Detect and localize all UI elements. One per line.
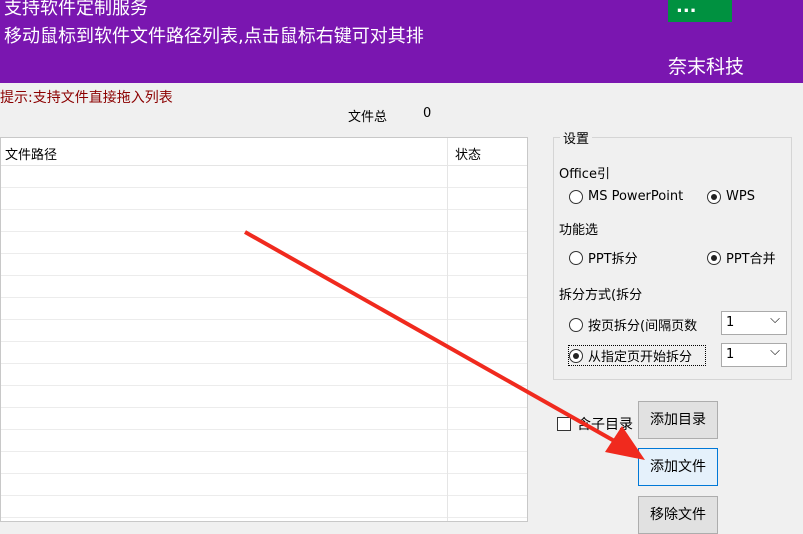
table-row[interactable]: [1, 430, 527, 452]
radio-ppt-merge[interactable]: PPT合并: [707, 248, 777, 267]
radio-icon: [569, 189, 583, 204]
table-row[interactable]: [1, 496, 527, 518]
split-start-select[interactable]: 1: [721, 343, 787, 367]
table-row[interactable]: [1, 320, 527, 342]
file-total-value: 0: [423, 106, 432, 121]
function-label: 功能选: [559, 223, 599, 238]
radio-split-by-page[interactable]: 按页拆分(间隔页数: [569, 315, 713, 334]
banner-line-1: 支持软件定制服务: [4, 0, 148, 19]
table-row[interactable]: [1, 232, 527, 254]
table-row[interactable]: [1, 298, 527, 320]
radio-icon: [569, 317, 583, 332]
radio-checked-icon: [569, 348, 583, 363]
radio-ppt-split[interactable]: PPT拆分: [569, 248, 638, 267]
banner-line-2: 移动鼠标到软件文件路径列表,点击鼠标右键可对其排: [4, 26, 424, 47]
split-interval-select[interactable]: 1: [721, 311, 787, 335]
checkbox-icon: [557, 417, 571, 431]
table-row[interactable]: [1, 342, 527, 364]
table-row[interactable]: [1, 474, 527, 496]
add-directory-button[interactable]: 添加目录: [638, 401, 718, 439]
table-row[interactable]: [1, 408, 527, 430]
radio-wps[interactable]: WPS: [707, 189, 755, 204]
column-divider: [447, 138, 448, 521]
office-label: Office引: [559, 167, 610, 182]
split-mode-label: 拆分方式(拆分: [559, 288, 643, 303]
include-subdir-checkbox[interactable]: 含子目录: [557, 414, 635, 434]
radio-icon: [569, 250, 583, 265]
radio-checked-icon: [707, 250, 721, 265]
file-list[interactable]: 文件路径 状态: [0, 137, 528, 522]
settings-title: 设置: [560, 128, 593, 147]
table-row[interactable]: [1, 452, 527, 474]
add-file-button[interactable]: 添加文件: [638, 448, 718, 486]
table-row[interactable]: [1, 254, 527, 276]
table-row[interactable]: [1, 188, 527, 210]
column-header-status[interactable]: 状态: [455, 144, 481, 163]
banner: 支持软件定制服务 移动鼠标到软件文件路径列表,点击鼠标右键可对其排 ... 奈末…: [0, 0, 803, 83]
radio-checked-icon: [707, 189, 721, 204]
file-total-label: 文件总: [348, 110, 388, 125]
column-header-path[interactable]: 文件路径: [5, 144, 57, 163]
radio-split-from-page[interactable]: 从指定页开始拆分: [568, 345, 706, 366]
table-row[interactable]: [1, 210, 527, 232]
radio-ms-powerpoint[interactable]: MS PowerPoint: [569, 189, 683, 204]
table-row[interactable]: [1, 386, 527, 408]
table-row[interactable]: [1, 166, 527, 188]
remove-file-button[interactable]: 移除文件: [638, 496, 718, 534]
list-header: 文件路径 状态: [1, 138, 527, 166]
table-row[interactable]: [1, 276, 527, 298]
table-row[interactable]: [1, 364, 527, 386]
company-logo: ...: [668, 0, 732, 22]
company-name: 奈末科技: [668, 56, 745, 78]
hint-text: 提示:支持文件直接拖入列表: [0, 90, 173, 106]
